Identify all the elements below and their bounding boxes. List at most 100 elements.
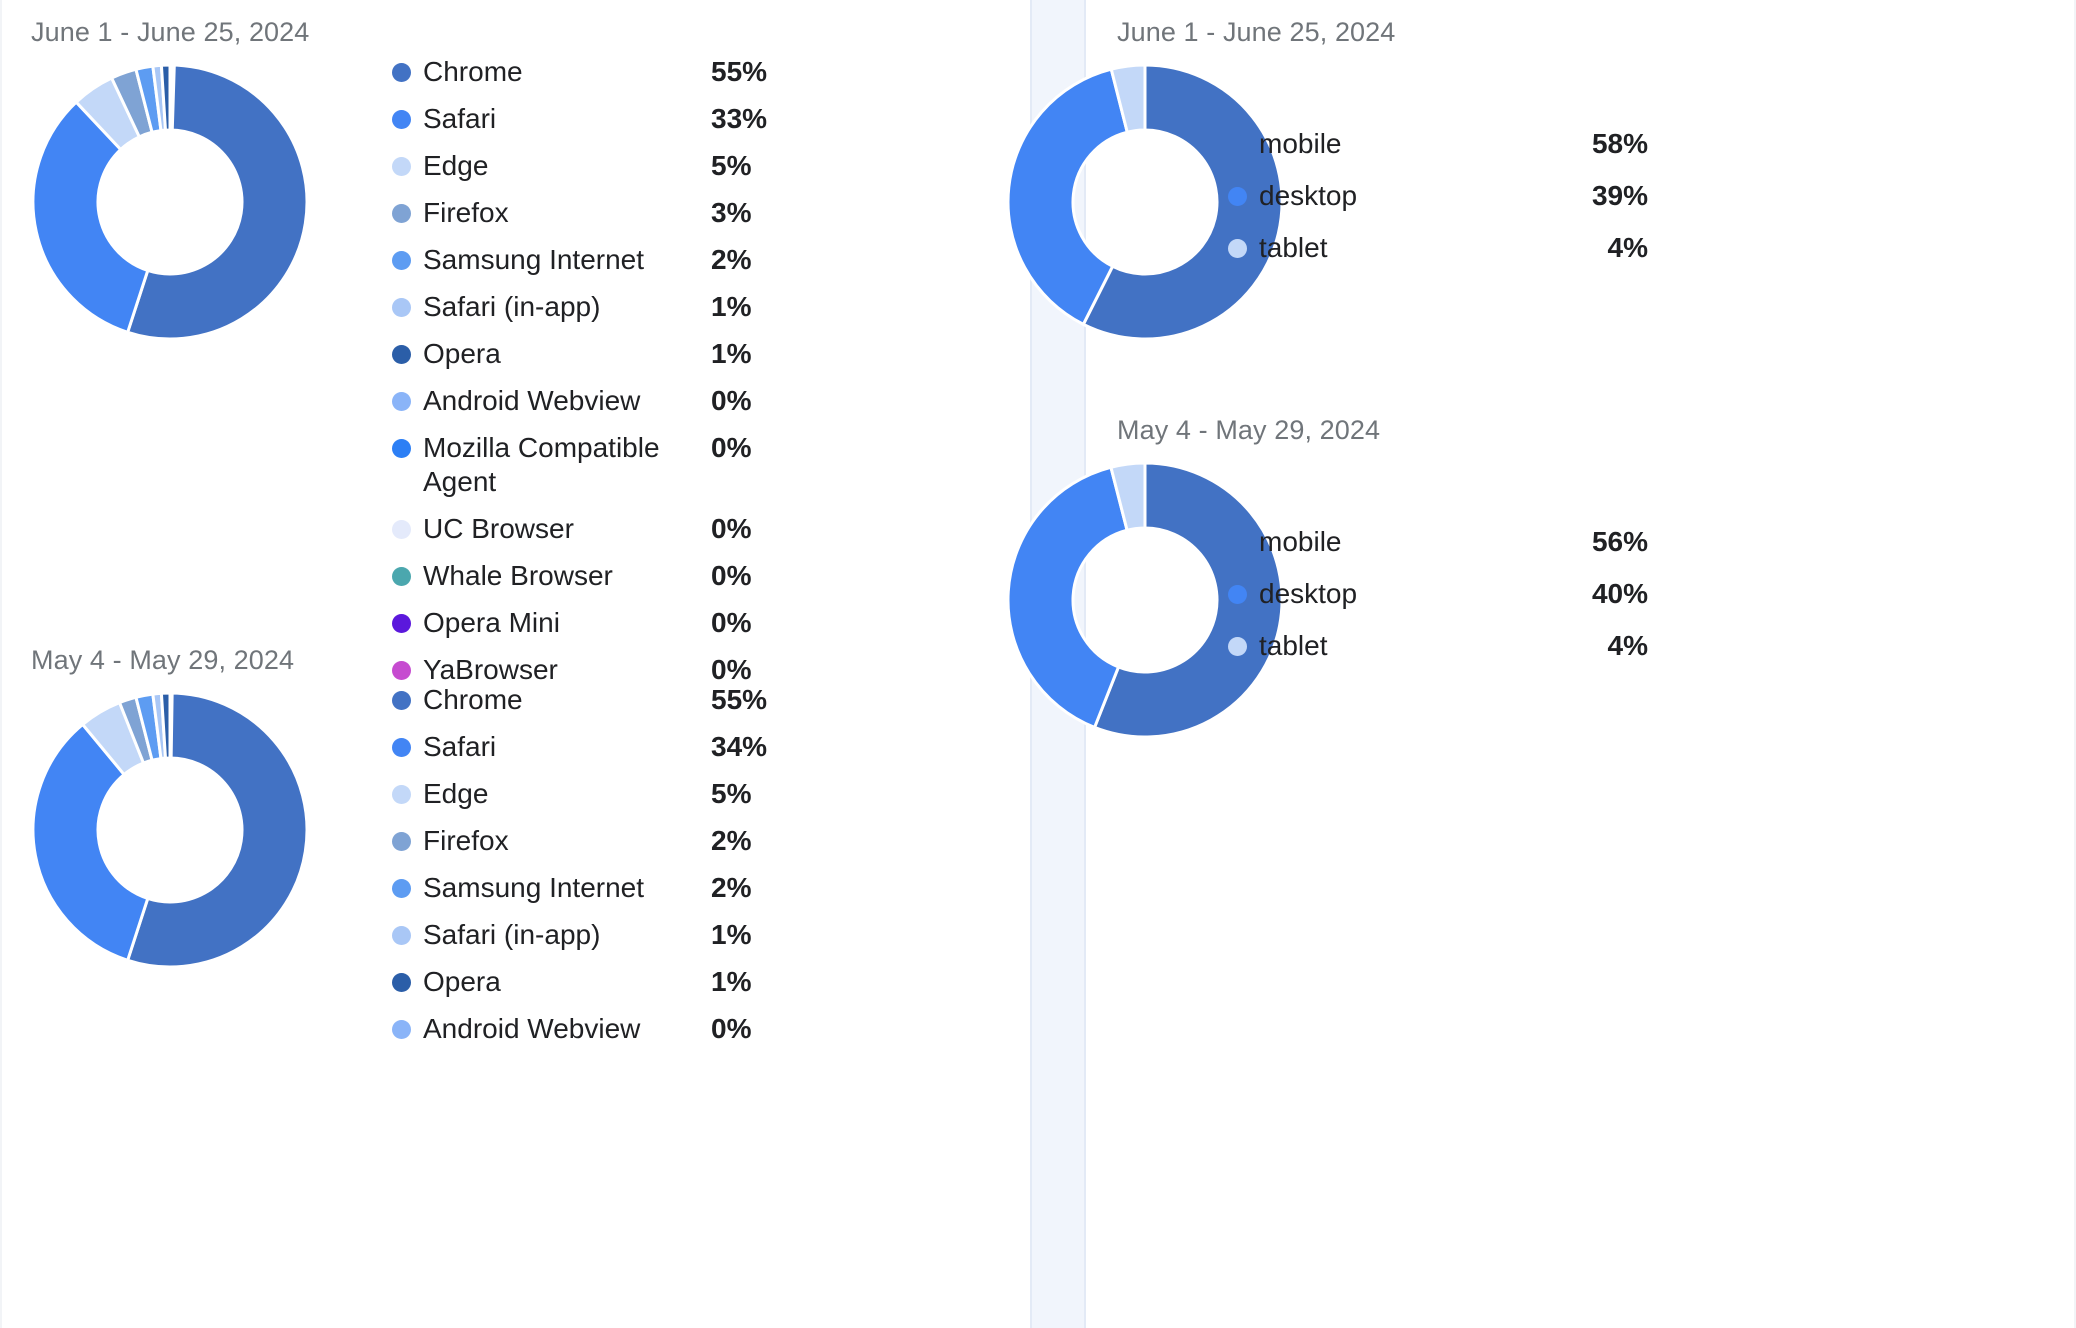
- legend-row[interactable]: desktop 39%: [1228, 179, 1648, 213]
- legend-row[interactable]: Whale Browser 0%: [392, 559, 822, 593]
- legend-row[interactable]: Edge 5%: [392, 149, 822, 183]
- legend-color-dot-icon: [392, 63, 411, 82]
- donut-slice[interactable]: [1006, 465, 1129, 730]
- legend-row[interactable]: Mozilla Compatible Agent 0%: [392, 431, 822, 499]
- legend-item-label: mobile: [1259, 128, 1342, 159]
- legend-color-dot-icon: [392, 157, 411, 176]
- legend-item-label: Safari (in-app): [423, 919, 601, 950]
- legend-item-value: 1%: [711, 919, 752, 950]
- legend-item-value: 55%: [711, 56, 768, 87]
- browser-donut-june[interactable]: [30, 62, 310, 342]
- legend-row[interactable]: Opera 1%: [392, 965, 822, 999]
- legend-color-dot-icon: [392, 785, 411, 804]
- donut-slice[interactable]: [169, 63, 176, 132]
- dashboard-page: June 1 - June 25, 2024 Chrome 55% Safari 33…: [0, 0, 2076, 1328]
- legend-item-label: tablet: [1259, 232, 1328, 263]
- device-chart-date-may: May 4 - May 29, 2024: [1117, 415, 1381, 445]
- legend-row[interactable]: Samsung Internet 2%: [392, 243, 822, 277]
- legend-item-value: 0%: [711, 513, 752, 544]
- legend-item-value: 56%: [1591, 526, 1648, 557]
- legend-color-dot-icon: [392, 520, 411, 539]
- browser-donut-may[interactable]: [30, 690, 310, 970]
- legend-row[interactable]: desktop 40%: [1228, 577, 1648, 611]
- legend-row[interactable]: Android Webview 0%: [392, 384, 822, 418]
- legend-color-dot-icon: [392, 691, 411, 710]
- legend-row[interactable]: tablet 4%: [1228, 231, 1648, 265]
- legend-item-label: Edge: [423, 150, 489, 181]
- legend-item-value: 33%: [711, 103, 768, 134]
- browsers-panel: June 1 - June 25, 2024 Chrome 55% Safari 33…: [0, 0, 1030, 1328]
- legend-item-value: 39%: [1591, 180, 1648, 211]
- legend-item-label: UC Browser: [423, 513, 574, 544]
- legend-color-dot-icon: [1228, 238, 1247, 258]
- legend-item-label: Chrome: [423, 684, 523, 715]
- legend-item-value: 34%: [711, 731, 768, 762]
- legend-row[interactable]: tablet 4%: [1228, 629, 1648, 663]
- legend-item-value: 2%: [711, 244, 752, 275]
- legend-row[interactable]: mobile 56%: [1228, 525, 1648, 559]
- legend-row[interactable]: Safari (in-app) 1%: [392, 918, 822, 952]
- legend-row[interactable]: Chrome 55%: [392, 55, 822, 89]
- legend-color-dot-icon: [392, 738, 411, 757]
- legend-color-dot-icon: [392, 204, 411, 223]
- legend-item-value: 0%: [711, 385, 752, 416]
- legend-item-value: 0%: [711, 560, 752, 591]
- legend-item-value: 5%: [711, 150, 752, 181]
- legend-row[interactable]: Firefox 3%: [392, 196, 822, 230]
- browser-chart-card-may: May 4 - May 29, 2024 Chrome 55% Safari 34% E…: [0, 628, 1030, 1328]
- legend-item-label: desktop: [1259, 578, 1358, 609]
- legend-item-value: 55%: [711, 684, 768, 715]
- legend-row[interactable]: UC Browser 0%: [392, 512, 822, 546]
- legend-color-dot-icon: [392, 926, 411, 945]
- legend-color-dot-icon: [392, 298, 411, 317]
- legend-row[interactable]: Opera 1%: [392, 337, 822, 371]
- legend-color-dot-icon: [1228, 134, 1247, 154]
- legend-row[interactable]: Safari 34%: [392, 730, 822, 764]
- legend-row[interactable]: Chrome 55%: [392, 683, 822, 717]
- legend-item-value: 1%: [711, 338, 752, 369]
- legend-item-label: tablet: [1259, 630, 1328, 661]
- browser-chart-card-june: June 1 - June 25, 2024 Chrome 55% Safari 33…: [0, 0, 1030, 685]
- legend-item-value: 3%: [711, 197, 752, 228]
- legend-item-label: Android Webview: [423, 385, 641, 416]
- legend-item-label: desktop: [1259, 180, 1358, 211]
- legend-item-label: Opera: [423, 966, 501, 997]
- legend-item-label: Firefox: [423, 197, 509, 228]
- legend-color-dot-icon: [1228, 532, 1247, 552]
- legend-color-dot-icon: [392, 1020, 411, 1039]
- donut-slice[interactable]: [168, 691, 174, 760]
- legend-row[interactable]: Edge 5%: [392, 777, 822, 811]
- legend-color-dot-icon: [392, 392, 411, 411]
- legend-item-value: 4%: [1607, 630, 1648, 661]
- legend-row[interactable]: mobile 58%: [1228, 127, 1648, 161]
- browser-legend-june: Chrome 55% Safari 33% Edge 5% Firefox 3% Samsung…: [392, 55, 822, 700]
- legend-row[interactable]: Safari 33%: [392, 102, 822, 136]
- legend-color-dot-icon: [1228, 636, 1247, 656]
- legend-item-value: 5%: [711, 778, 752, 809]
- device-chart-date-june: June 1 - June 25, 2024: [1117, 17, 1396, 47]
- legend-item-value: 4%: [1607, 232, 1648, 263]
- legend-color-dot-icon: [1228, 186, 1247, 206]
- legend-item-label: Opera: [423, 338, 501, 369]
- legend-color-dot-icon: [392, 110, 411, 129]
- legend-item-label: Safari: [423, 731, 497, 762]
- device-legend-may: mobile 56% desktop 40% tablet 4%: [1228, 525, 1648, 681]
- legend-item-label: Samsung Internet: [423, 244, 645, 275]
- legend-row[interactable]: Android Webview 0%: [392, 1012, 822, 1046]
- legend-item-value: 0%: [711, 1013, 752, 1044]
- legend-item-value: 1%: [711, 291, 752, 322]
- legend-item-value: 40%: [1591, 578, 1648, 609]
- devices-panel: June 1 - June 25, 2024 mobile 58% desktop 3…: [1006, 0, 2076, 1328]
- legend-item-label: Mozilla Compatible Agent: [423, 432, 660, 497]
- legend-color-dot-icon: [392, 439, 411, 458]
- legend-item-label: Android Webview: [423, 1013, 641, 1044]
- browser-donut-may-svg: [31, 691, 309, 969]
- legend-row[interactable]: Safari (in-app) 1%: [392, 290, 822, 324]
- legend-item-label: Firefox: [423, 825, 509, 856]
- legend-item-value: 1%: [711, 966, 752, 997]
- legend-item-label: Safari (in-app): [423, 291, 601, 322]
- browser-legend-may: Chrome 55% Safari 34% Edge 5% Firefox 2% Samsung…: [392, 683, 822, 1059]
- legend-color-dot-icon: [392, 832, 411, 851]
- legend-row[interactable]: Firefox 2%: [392, 824, 822, 858]
- legend-row[interactable]: Samsung Internet 2%: [392, 871, 822, 905]
